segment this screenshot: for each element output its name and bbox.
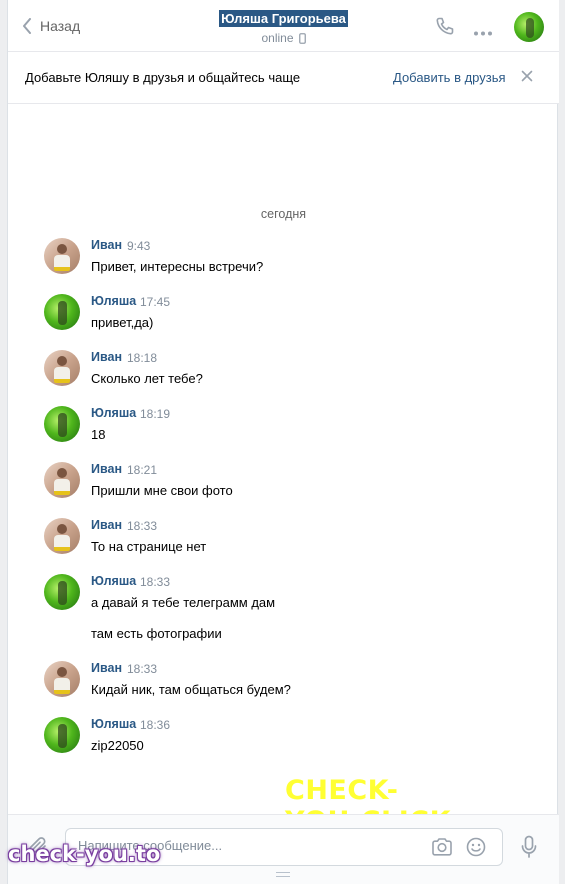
chat-header: Назад Юляша Григорьева online	[8, 0, 559, 52]
message-text: zip22050	[91, 738, 144, 753]
avatar[interactable]	[44, 406, 80, 442]
corner-watermark: check-you.to	[8, 842, 161, 866]
avatar[interactable]	[44, 518, 80, 554]
message-author[interactable]: Юляша	[91, 406, 136, 420]
more-dots-icon	[474, 31, 492, 36]
message-text: Сколько лет тебе?	[91, 371, 203, 386]
banner-text: Добавьте Юляшу в друзья и общайтесь чаще	[25, 70, 301, 85]
emoji-button[interactable]	[466, 837, 486, 860]
add-friend-link[interactable]: Добавить в друзья	[393, 70, 506, 85]
chevron-left-icon	[23, 18, 31, 34]
contact-avatar[interactable]	[514, 12, 544, 42]
camera-icon	[432, 838, 452, 856]
resize-grip[interactable]	[276, 872, 290, 877]
message-text: 18	[91, 427, 106, 442]
message-author[interactable]: Иван	[91, 661, 122, 675]
avatar[interactable]	[44, 238, 80, 274]
close-banner-button[interactable]	[521, 70, 533, 85]
avatar[interactable]	[44, 462, 80, 498]
avatar[interactable]	[44, 717, 80, 753]
avatar[interactable]	[44, 661, 80, 697]
message-time: 18:21	[127, 463, 158, 477]
message-time: 18:36	[140, 718, 171, 732]
message-time: 17:45	[140, 295, 171, 309]
message-time: 18:33	[127, 662, 158, 676]
message-author[interactable]: Юляша	[91, 294, 136, 308]
back-button[interactable]: Назад	[22, 14, 80, 38]
mobile-icon	[298, 32, 306, 44]
back-label: Назад	[40, 18, 81, 34]
status-text: online	[261, 31, 294, 45]
microphone-icon	[521, 835, 537, 858]
message-text: привет,да)	[91, 315, 154, 330]
add-friend-banner: Добавьте Юляшу в друзья и общайтесь чаще…	[8, 52, 559, 104]
message-text: там есть фотографии	[91, 626, 222, 641]
message-time: 9:43	[127, 239, 151, 253]
chat-window: Назад Юляша Григорьева online Добавьте Ю…	[7, 0, 559, 884]
message-time: 18:19	[140, 407, 171, 421]
message-time: 18:33	[127, 519, 158, 533]
message-author[interactable]: Юляша	[91, 717, 136, 731]
smile-icon	[466, 837, 486, 857]
avatar[interactable]	[44, 574, 80, 610]
call-button[interactable]	[435, 16, 455, 39]
message-author[interactable]: Иван	[91, 462, 122, 476]
camera-button[interactable]	[431, 837, 453, 860]
message-text: То на странице нет	[91, 539, 207, 554]
avatar[interactable]	[44, 294, 80, 330]
phone-icon	[436, 17, 454, 35]
message-author[interactable]: Иван	[91, 518, 122, 532]
more-button[interactable]	[473, 24, 493, 39]
voice-message-button[interactable]	[521, 835, 537, 862]
message-text: Привет, интересны встречи?	[91, 259, 264, 274]
message-text: Кидай ник, там общаться будем?	[91, 682, 291, 697]
message-author[interactable]: Иван	[91, 238, 122, 252]
message-time: 18:18	[127, 351, 158, 365]
message-author[interactable]: Юляша	[91, 574, 136, 588]
close-icon	[521, 70, 533, 82]
message-time: 18:33	[140, 575, 171, 589]
avatar[interactable]	[44, 350, 80, 386]
message-text: а давай я тебе телеграмм дам	[91, 595, 276, 610]
message-text: Пришли мне свои фото	[91, 483, 233, 498]
date-separator: сегодня	[260, 207, 307, 221]
chat-title[interactable]: Юляша Григорьева	[219, 10, 348, 27]
message-author[interactable]: Иван	[91, 350, 122, 364]
